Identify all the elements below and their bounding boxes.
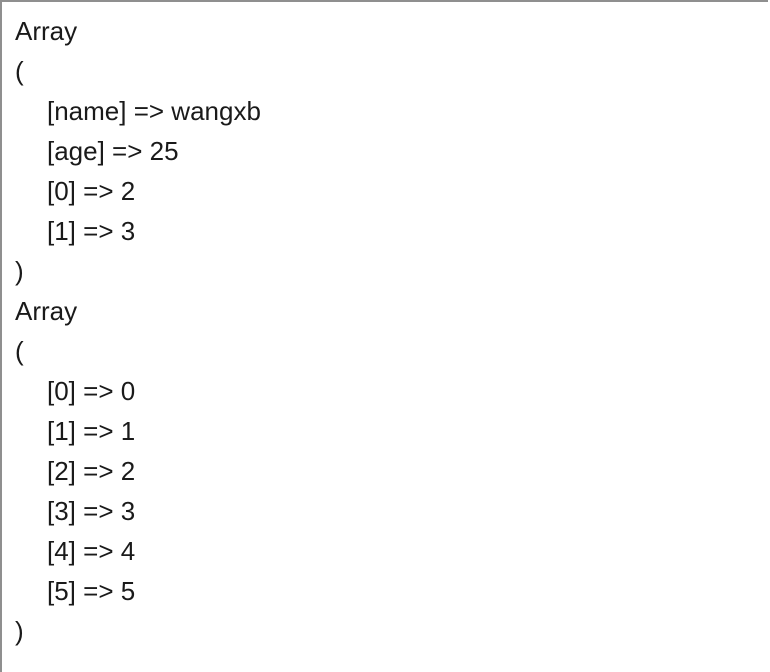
array-1-open-paren: ( bbox=[15, 56, 24, 86]
array-2-header: Array bbox=[15, 296, 78, 326]
print-r-output: Array ( [name] => wangxb [age] => 25 [0]… bbox=[15, 11, 261, 651]
array-2-close-paren: ) bbox=[15, 616, 24, 646]
array-2-entry: [4] => 4 bbox=[47, 536, 136, 566]
array-1-entry: [age] => 25 bbox=[47, 136, 179, 166]
array-1-entry: [0] => 2 bbox=[47, 176, 136, 206]
array-2-entry: [1] => 1 bbox=[47, 416, 136, 446]
array-2-entry: [3] => 3 bbox=[47, 496, 136, 526]
array-2-entry: [5] => 5 bbox=[47, 576, 136, 606]
array-1-entry: [1] => 3 bbox=[47, 216, 136, 246]
array-2-open-paren: ( bbox=[15, 336, 24, 366]
array-2-entry: [0] => 0 bbox=[47, 376, 136, 406]
array-1-close-paren: ) bbox=[15, 256, 24, 286]
array-2-entry: [2] => 2 bbox=[47, 456, 136, 486]
output-frame: Array ( [name] => wangxb [age] => 25 [0]… bbox=[0, 0, 768, 672]
array-1-header: Array bbox=[15, 16, 78, 46]
array-1-entry: [name] => wangxb bbox=[47, 96, 261, 126]
